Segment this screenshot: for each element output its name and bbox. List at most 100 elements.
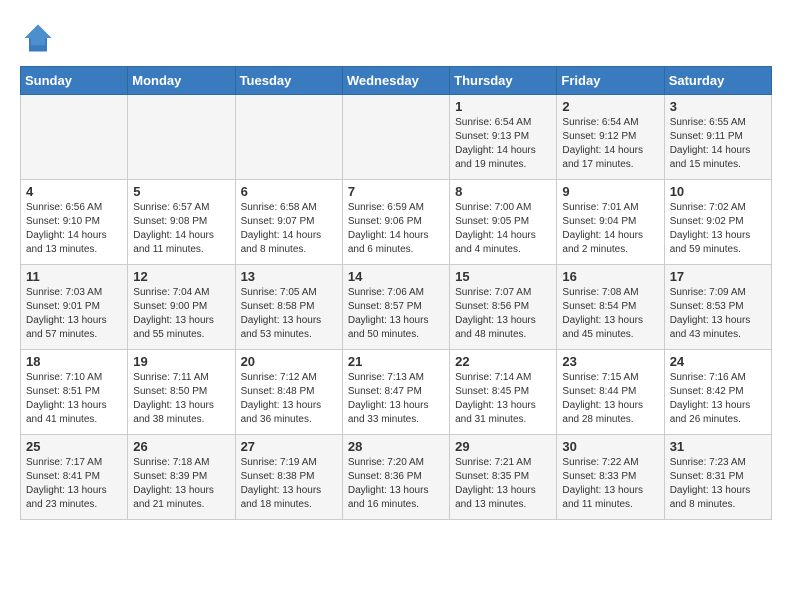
day-number: 5 [133, 184, 229, 199]
day-number: 7 [348, 184, 444, 199]
day-info: Sunrise: 7:06 AM Sunset: 8:57 PM Dayligh… [348, 286, 444, 342]
day-number: 16 [562, 269, 658, 284]
day-cell: 5 Sunrise: 6:57 AM Sunset: 9:08 PM Daylig… [128, 180, 235, 265]
day-number: 3 [670, 99, 766, 114]
day-number: 18 [26, 354, 122, 369]
day-cell: 1 Sunrise: 6:54 AM Sunset: 9:13 PM Daylig… [450, 95, 557, 180]
day-cell: 11Sunrise: 7:03 AM Sunset: 9:01 PM Dayli… [21, 265, 128, 350]
day-cell: 25 Sunrise: 7:17 AM Sunset: 8:41 PM Dayli… [21, 435, 128, 520]
day-cell [342, 95, 449, 180]
day-info: Sunrise: 7:02 AM Sunset: 9:02 PM Dayligh… [670, 201, 766, 257]
day-cell: 22 Sunrise: 7:14 AM Sunset: 8:45 PM Dayli… [450, 350, 557, 435]
day-cell: 16 Sunrise: 7:08 AM Sunset: 8:54 PM Dayli… [557, 265, 664, 350]
day-cell: 27Sunrise: 7:19 AM Sunset: 8:38 PM Dayli… [235, 435, 342, 520]
day-info: Sunrise: 7:22 AM Sunset: 8:33 PM Dayligh… [562, 456, 658, 512]
day-info: Sunrise: 6:56 AM Sunset: 9:10 PM Dayligh… [26, 201, 122, 257]
day-info: Sunrise: 7:16 AM Sunset: 8:42 PM Dayligh… [670, 371, 766, 427]
day-cell: 31 Sunrise: 7:23 AM Sunset: 8:31 PM Dayli… [664, 435, 771, 520]
day-info: Sunrise: 7:01 AM Sunset: 9:04 PM Dayligh… [562, 201, 658, 257]
day-info: Sunrise: 7:18 AM Sunset: 8:39 PM Dayligh… [133, 456, 229, 512]
day-number: 30 [562, 439, 658, 454]
day-info: Sunrise: 7:05 AM Sunset: 8:58 PM Dayligh… [241, 286, 337, 342]
day-info: Sunrise: 7:15 AM Sunset: 8:44 PM Dayligh… [562, 371, 658, 427]
day-cell: 13 Sunrise: 7:05 AM Sunset: 8:58 PM Dayli… [235, 265, 342, 350]
day-number: 28 [348, 439, 444, 454]
day-number: 24 [670, 354, 766, 369]
day-info: Sunrise: 6:58 AM Sunset: 9:07 PM Dayligh… [241, 201, 337, 257]
day-number: 21 [348, 354, 444, 369]
day-cell: 15Sunrise: 7:07 AM Sunset: 8:56 PM Dayli… [450, 265, 557, 350]
week-row-2: 4 Sunrise: 6:56 AM Sunset: 9:10 PM Daylig… [21, 180, 772, 265]
day-info: Sunrise: 7:17 AM Sunset: 8:41 PM Dayligh… [26, 456, 122, 512]
day-number: 9 [562, 184, 658, 199]
day-cell: 3 Sunrise: 6:55 AM Sunset: 9:11 PM Daylig… [664, 95, 771, 180]
day-cell: 7 Sunrise: 6:59 AM Sunset: 9:06 PM Daylig… [342, 180, 449, 265]
day-cell: 12Sunrise: 7:04 AM Sunset: 9:00 PM Dayli… [128, 265, 235, 350]
day-number: 13 [241, 269, 337, 284]
day-number: 8 [455, 184, 551, 199]
day-info: Sunrise: 7:12 AM Sunset: 8:48 PM Dayligh… [241, 371, 337, 427]
day-info: Sunrise: 7:14 AM Sunset: 8:45 PM Dayligh… [455, 371, 551, 427]
day-info: Sunrise: 7:04 AM Sunset: 9:00 PM Dayligh… [133, 286, 229, 342]
day-info: Sunrise: 7:23 AM Sunset: 8:31 PM Dayligh… [670, 456, 766, 512]
day-number: 27 [241, 439, 337, 454]
day-info: Sunrise: 6:59 AM Sunset: 9:06 PM Dayligh… [348, 201, 444, 257]
column-header-sunday: Sunday [21, 67, 128, 95]
day-info: Sunrise: 7:21 AM Sunset: 8:35 PM Dayligh… [455, 456, 551, 512]
page-header [20, 20, 772, 56]
day-cell: 8Sunrise: 7:00 AM Sunset: 9:05 PM Daylig… [450, 180, 557, 265]
day-number: 19 [133, 354, 229, 369]
day-cell: 21 Sunrise: 7:13 AM Sunset: 8:47 PM Dayli… [342, 350, 449, 435]
day-number: 31 [670, 439, 766, 454]
day-cell: 6 Sunrise: 6:58 AM Sunset: 9:07 PM Daylig… [235, 180, 342, 265]
day-cell: 4 Sunrise: 6:56 AM Sunset: 9:10 PM Daylig… [21, 180, 128, 265]
day-number: 6 [241, 184, 337, 199]
day-cell: 29Sunrise: 7:21 AM Sunset: 8:35 PM Dayli… [450, 435, 557, 520]
day-cell: 18 Sunrise: 7:10 AM Sunset: 8:51 PM Dayli… [21, 350, 128, 435]
calendar-header: SundayMondayTuesdayWednesdayThursdayFrid… [21, 67, 772, 95]
day-info: Sunrise: 7:09 AM Sunset: 8:53 PM Dayligh… [670, 286, 766, 342]
day-info: Sunrise: 7:11 AM Sunset: 8:50 PM Dayligh… [133, 371, 229, 427]
day-number: 10 [670, 184, 766, 199]
day-number: 1 [455, 99, 551, 114]
day-cell: 24 Sunrise: 7:16 AM Sunset: 8:42 PM Dayli… [664, 350, 771, 435]
day-number: 23 [562, 354, 658, 369]
day-cell [128, 95, 235, 180]
day-info: Sunrise: 7:08 AM Sunset: 8:54 PM Dayligh… [562, 286, 658, 342]
logo-icon [20, 20, 56, 56]
day-info: Sunrise: 7:13 AM Sunset: 8:47 PM Dayligh… [348, 371, 444, 427]
day-info: Sunrise: 6:55 AM Sunset: 9:11 PM Dayligh… [670, 116, 766, 172]
column-header-thursday: Thursday [450, 67, 557, 95]
day-cell: 28Sunrise: 7:20 AM Sunset: 8:36 PM Dayli… [342, 435, 449, 520]
week-row-3: 11Sunrise: 7:03 AM Sunset: 9:01 PM Dayli… [21, 265, 772, 350]
day-cell: 23 Sunrise: 7:15 AM Sunset: 8:44 PM Dayli… [557, 350, 664, 435]
column-header-monday: Monday [128, 67, 235, 95]
day-info: Sunrise: 6:57 AM Sunset: 9:08 PM Dayligh… [133, 201, 229, 257]
week-row-5: 25 Sunrise: 7:17 AM Sunset: 8:41 PM Dayli… [21, 435, 772, 520]
day-cell: 14 Sunrise: 7:06 AM Sunset: 8:57 PM Dayli… [342, 265, 449, 350]
day-info: Sunrise: 6:54 AM Sunset: 9:13 PM Dayligh… [455, 116, 551, 172]
week-row-1: 1 Sunrise: 6:54 AM Sunset: 9:13 PM Daylig… [21, 95, 772, 180]
day-info: Sunrise: 6:54 AM Sunset: 9:12 PM Dayligh… [562, 116, 658, 172]
day-number: 17 [670, 269, 766, 284]
day-cell: 20 Sunrise: 7:12 AM Sunset: 8:48 PM Dayli… [235, 350, 342, 435]
calendar-body: 1 Sunrise: 6:54 AM Sunset: 9:13 PM Daylig… [21, 95, 772, 520]
day-cell: 17 Sunrise: 7:09 AM Sunset: 8:53 PM Dayli… [664, 265, 771, 350]
day-cell: 10 Sunrise: 7:02 AM Sunset: 9:02 PM Dayli… [664, 180, 771, 265]
day-cell: 9 Sunrise: 7:01 AM Sunset: 9:04 PM Daylig… [557, 180, 664, 265]
day-number: 4 [26, 184, 122, 199]
column-header-wednesday: Wednesday [342, 67, 449, 95]
day-number: 14 [348, 269, 444, 284]
day-info: Sunrise: 7:07 AM Sunset: 8:56 PM Dayligh… [455, 286, 551, 342]
day-cell: 19 Sunrise: 7:11 AM Sunset: 8:50 PM Dayli… [128, 350, 235, 435]
day-info: Sunrise: 7:10 AM Sunset: 8:51 PM Dayligh… [26, 371, 122, 427]
day-cell: 2 Sunrise: 6:54 AM Sunset: 9:12 PM Daylig… [557, 95, 664, 180]
day-number: 25 [26, 439, 122, 454]
day-number: 22 [455, 354, 551, 369]
column-header-tuesday: Tuesday [235, 67, 342, 95]
day-cell [235, 95, 342, 180]
day-number: 11 [26, 269, 122, 284]
day-number: 20 [241, 354, 337, 369]
day-number: 2 [562, 99, 658, 114]
calendar-table: SundayMondayTuesdayWednesdayThursdayFrid… [20, 66, 772, 520]
